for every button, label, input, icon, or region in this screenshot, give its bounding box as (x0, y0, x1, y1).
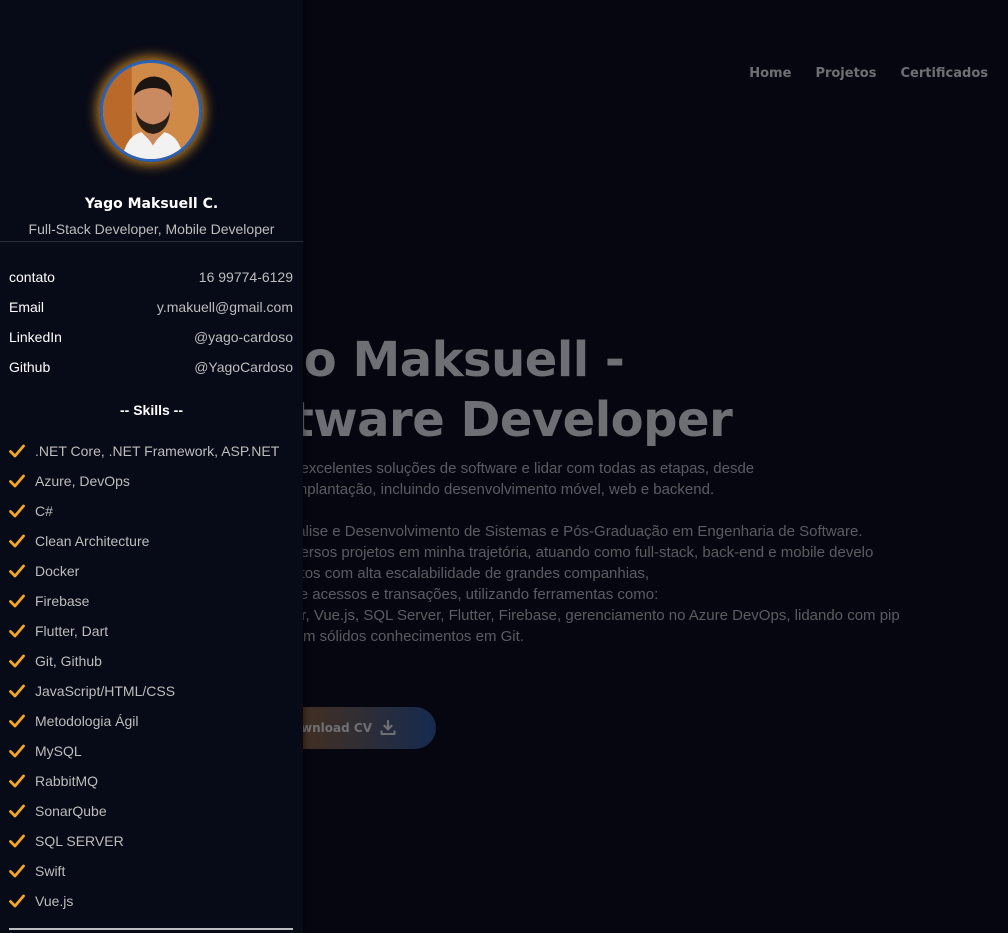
skill-item: C# (9, 496, 299, 526)
skill-item: Docker (9, 556, 299, 586)
skill-label: Docker (35, 563, 80, 579)
contact-row-phone: contato 16 99774-6129 (9, 262, 293, 292)
avatar-portrait (103, 63, 199, 159)
skill-item: MySQL (9, 736, 299, 766)
check-icon (9, 774, 25, 788)
skill-item: Firebase (9, 586, 299, 616)
check-icon (9, 474, 25, 488)
skill-label: Metodologia Ágil (35, 713, 139, 729)
divider (0, 241, 303, 242)
skill-item: SQL SERVER (9, 826, 299, 856)
check-icon (9, 864, 25, 878)
skill-label: .NET Core, .NET Framework, ASP.NET (35, 443, 280, 459)
check-icon (9, 804, 25, 818)
contact-key: Email (9, 299, 45, 315)
profile-role: Full-Stack Developer, Mobile Developer (28, 221, 275, 237)
check-icon (9, 444, 25, 458)
skill-label: C# (35, 503, 53, 519)
contact-github-value[interactable]: @YagoCardoso (194, 359, 293, 375)
skill-label: SonarQube (35, 803, 107, 819)
skill-label: Azure, DevOps (35, 473, 130, 489)
page: Home Projetos Certificados ago Maksuell … (0, 0, 1008, 933)
skill-label: Swift (35, 863, 66, 879)
contact-row-github: Github @YagoCardoso (9, 352, 293, 382)
skill-item: Flutter, Dart (9, 616, 299, 646)
check-icon (9, 594, 25, 608)
divider (9, 928, 293, 930)
skill-item: Metodologia Ágil (9, 706, 299, 736)
hero-desc-line: ticipei de diversos projetos em minha tr… (218, 544, 874, 561)
contact-phone-value[interactable]: 16 99774-6129 (199, 269, 293, 285)
hero-desc-line: hei em projetos com alta escalabilidade … (218, 565, 650, 582)
hero-desc-line: ação em Análise e Desenvolvimento de Sis… (218, 523, 863, 540)
skill-label: SQL SERVER (35, 833, 124, 849)
contact-linkedin-value[interactable]: @yago-cardoso (194, 329, 293, 345)
contact-key: contato (9, 269, 55, 285)
skill-item: Vue.js (9, 886, 299, 916)
hero-desc-line: oy CI/CD, com sólidos conhecimentos em G… (218, 628, 524, 645)
contact-list: contato 16 99774-6129 Email y.makuell@gm… (9, 262, 293, 382)
nav-home[interactable]: Home (749, 66, 791, 81)
check-icon (9, 654, 25, 668)
check-icon (9, 894, 25, 908)
nav-certificados[interactable]: Certificados (900, 66, 988, 81)
avatar (100, 60, 202, 162)
check-icon (9, 684, 25, 698)
contact-email-value[interactable]: y.makuell@gmail.com (157, 299, 293, 315)
skill-item: Swift (9, 856, 299, 886)
hero-desc-line: ceito até a implantação, incluindo desen… (218, 481, 715, 498)
skill-item: Azure, DevOps (9, 466, 299, 496)
check-icon (9, 714, 25, 728)
skill-item: Git, Github (9, 646, 299, 676)
skill-label: JavaScript/HTML/CSS (35, 683, 176, 699)
contact-key: LinkedIn (9, 329, 62, 345)
check-icon (9, 504, 25, 518)
contact-key: Github (9, 359, 51, 375)
profile-name: Yago Maksuell C. (84, 196, 219, 212)
hero-desc-line: Core, Docker, Vue.js, SQL Server, Flutte… (218, 607, 900, 624)
hero-title: ago Maksuell - oftware Developer (238, 330, 733, 450)
skill-label: Vue.js (35, 893, 74, 909)
check-icon (9, 564, 25, 578)
skill-label: MySQL (35, 743, 82, 759)
sidebar: Yago Maksuell C. Full-Stack Developer, M… (0, 0, 303, 933)
skills-heading: -- Skills -- (119, 402, 183, 418)
check-icon (9, 534, 25, 548)
hero-desc-line: ande fluxo de acessos e transações, util… (218, 586, 659, 603)
top-nav: Home Projetos Certificados (749, 66, 988, 81)
check-icon (9, 624, 25, 638)
contact-row-linkedin: LinkedIn @yago-cardoso (9, 322, 293, 352)
skill-item: JavaScript/HTML/CSS (9, 676, 299, 706)
skill-label: Flutter, Dart (35, 623, 109, 639)
skill-label: Firebase (35, 593, 90, 609)
nav-projetos[interactable]: Projetos (815, 66, 876, 81)
hero-title-line-2: oftware Developer (238, 392, 733, 448)
skill-label: Clean Architecture (35, 533, 150, 549)
skill-label: Git, Github (35, 653, 102, 669)
skill-item: .NET Core, .NET Framework, ASP.NET (9, 436, 299, 466)
download-icon (380, 720, 396, 735)
hero-desc-spacer (218, 500, 900, 521)
skills-list: .NET Core, .NET Framework, ASP.NET Azure… (9, 436, 299, 916)
skill-item: SonarQube (9, 796, 299, 826)
check-icon (9, 834, 25, 848)
contact-row-email: Email y.makuell@gmail.com (9, 292, 293, 322)
hero-desc-line: paz de criar excelentes soluções de soft… (218, 460, 755, 477)
check-icon (9, 744, 25, 758)
skill-label: RabbitMQ (35, 773, 99, 789)
hero-description: paz de criar excelentes soluções de soft… (218, 458, 900, 647)
download-cv-label: ownload CV (292, 721, 372, 735)
skill-item: RabbitMQ (9, 766, 299, 796)
hero-title-line-1: ago Maksuell - (238, 332, 625, 388)
skill-item: Clean Architecture (9, 526, 299, 556)
